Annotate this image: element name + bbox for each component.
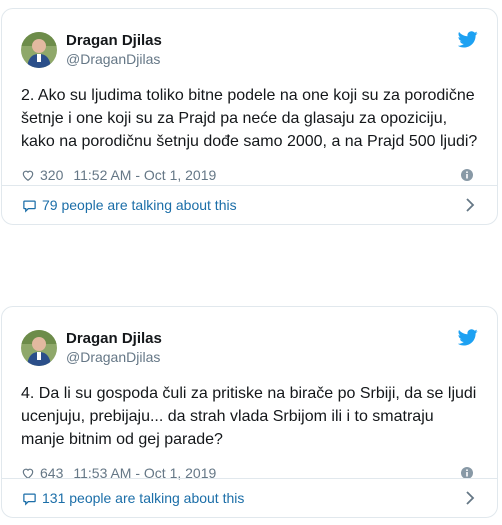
chevron-right-icon[interactable] [465, 491, 475, 505]
tweet-text: 4. Da li su gospoda čuli za pritiske na … [21, 385, 477, 448]
info-icon[interactable] [461, 169, 473, 181]
tweet-timestamp[interactable]: 11:52 AM - Oct 1, 2019 [73, 167, 216, 183]
talking-about-row[interactable]: 131 people are talking about this [2, 478, 497, 517]
author-display-name[interactable]: Dragan Djilas [66, 330, 162, 348]
tweet-card[interactable]: Dragan Djilas @DraganDjilas 4. Da li su … [1, 306, 498, 518]
talking-about-link[interactable]: 79 people are talking about this [42, 197, 465, 213]
tweet-text: 2. Ako su ljudima toliko bitne podele na… [21, 87, 478, 150]
tweet-meta: 320 11:52 AM - Oct 1, 2019 [21, 165, 478, 185]
speech-bubble-icon [23, 200, 36, 213]
author-handle[interactable]: @DraganDjilas [66, 349, 162, 366]
like-count[interactable]: 320 [40, 167, 63, 183]
avatar[interactable] [21, 32, 57, 68]
tweet-header: Dragan Djilas @DraganDjilas [21, 326, 478, 370]
talking-about-link[interactable]: 131 people are talking about this [42, 490, 465, 506]
twitter-bird-icon[interactable] [458, 329, 478, 346]
tweet-card[interactable]: Dragan Djilas @DraganDjilas 2. Ako su lj… [1, 8, 498, 225]
twitter-bird-icon[interactable] [458, 31, 478, 48]
talking-about-row[interactable]: 79 people are talking about this [2, 185, 497, 224]
author-display-name[interactable]: Dragan Djilas [66, 32, 162, 50]
author-handle[interactable]: @DraganDjilas [66, 51, 162, 68]
avatar[interactable] [21, 330, 57, 366]
chevron-right-icon[interactable] [465, 198, 475, 212]
speech-bubble-icon [23, 493, 36, 506]
heart-icon[interactable] [21, 168, 35, 182]
tweet-header: Dragan Djilas @DraganDjilas [21, 28, 478, 72]
